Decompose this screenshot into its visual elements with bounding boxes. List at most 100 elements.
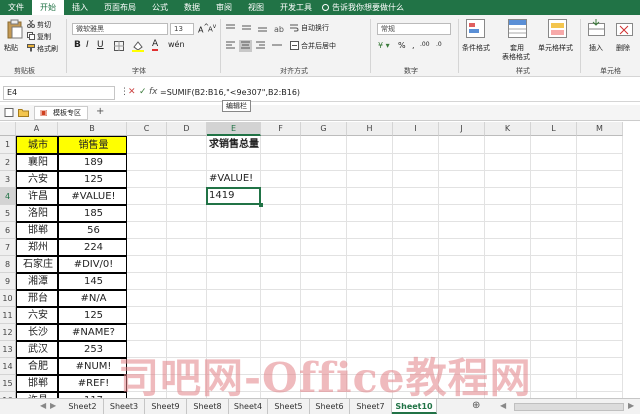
currency-icon[interactable]: ¥ ▾ [378, 41, 390, 50]
row-header-10[interactable]: 10 [0, 290, 16, 307]
column-header-e[interactable]: E [207, 122, 261, 136]
cell[interactable] [127, 290, 167, 307]
cell[interactable] [439, 358, 485, 375]
cell[interactable] [347, 154, 393, 171]
cell[interactable] [207, 256, 261, 273]
cell[interactable] [207, 222, 261, 239]
vertical-align-icons[interactable]: ab [226, 23, 286, 33]
cell[interactable] [439, 290, 485, 307]
cell[interactable] [393, 154, 439, 171]
cell-sales[interactable]: 56 [58, 222, 127, 239]
cell[interactable] [261, 341, 301, 358]
cell-city[interactable]: 许昌 [16, 188, 58, 205]
tell-me-box[interactable]: 告诉我你想要做什么 [322, 2, 404, 13]
cell[interactable] [531, 324, 577, 341]
cell[interactable] [261, 205, 301, 222]
cell[interactable] [531, 290, 577, 307]
cell[interactable] [485, 136, 531, 154]
cell-sales[interactable]: #N/A [58, 290, 127, 307]
cell[interactable] [301, 222, 347, 239]
cell[interactable] [347, 273, 393, 290]
cell[interactable] [347, 307, 393, 324]
cell[interactable] [261, 171, 301, 188]
sheet-tab-sheet6[interactable]: Sheet6 [310, 399, 350, 414]
sheet-scroll-left-icon[interactable]: ◀ [500, 401, 506, 410]
column-header-c[interactable]: C [127, 122, 167, 136]
cell[interactable] [167, 358, 207, 375]
row-header-13[interactable]: 13 [0, 341, 16, 358]
format-painter-button[interactable]: 格式刷 [37, 44, 58, 54]
cell[interactable] [393, 205, 439, 222]
cell[interactable] [577, 273, 623, 290]
column-header-f[interactable]: F [261, 122, 301, 136]
cell[interactable] [485, 358, 531, 375]
cell[interactable] [439, 341, 485, 358]
row-header-14[interactable]: 14 [0, 358, 16, 375]
sheet-tab-sheet2[interactable]: Sheet2 [62, 399, 104, 414]
cell-sales[interactable]: #REF! [58, 375, 127, 392]
cell[interactable] [167, 154, 207, 171]
cell[interactable] [485, 188, 531, 205]
cell-sales[interactable]: 125 [58, 171, 127, 188]
cell[interactable] [393, 358, 439, 375]
cell[interactable] [301, 136, 347, 154]
cell[interactable] [439, 375, 485, 392]
merge-center-button[interactable]: 合并后居中 [301, 41, 336, 51]
cell[interactable] [207, 273, 261, 290]
cell[interactable] [301, 154, 347, 171]
cell[interactable] [485, 222, 531, 239]
cell-sales[interactable]: 224 [58, 239, 127, 256]
cell[interactable] [261, 375, 301, 392]
shrink-font-icon[interactable]: Av [208, 24, 216, 33]
cell[interactable] [301, 307, 347, 324]
cell[interactable] [301, 273, 347, 290]
cell[interactable] [439, 307, 485, 324]
percent-icon[interactable]: % [398, 41, 406, 50]
cell-city[interactable]: 六安 [16, 307, 58, 324]
page-icon[interactable] [4, 108, 15, 117]
cell[interactable] [127, 154, 167, 171]
cell[interactable] [485, 273, 531, 290]
cell-sales[interactable]: 185 [58, 205, 127, 222]
cell[interactable] [347, 171, 393, 188]
row-header-9[interactable]: 9 [0, 273, 16, 290]
menu-tab-data[interactable]: 数据 [176, 0, 208, 15]
decimal-decrease-icon[interactable]: .0 [436, 41, 442, 48]
cell[interactable] [439, 256, 485, 273]
cell[interactable] [207, 307, 261, 324]
font-size-select[interactable]: 13 [170, 23, 194, 35]
phonetic-icon[interactable]: wén [168, 40, 185, 49]
cell[interactable] [347, 290, 393, 307]
cell[interactable] [577, 222, 623, 239]
cell[interactable] [301, 324, 347, 341]
menu-tab-page-layout[interactable]: 页面布局 [96, 0, 144, 15]
cell[interactable] [261, 154, 301, 171]
cell[interactable] [167, 324, 207, 341]
fill-handle[interactable] [259, 203, 263, 207]
row-header-2[interactable]: 2 [0, 154, 16, 171]
template-tab[interactable]: ▣ 模板专区 [34, 106, 88, 120]
cell-e3[interactable]: #VALUE! [207, 171, 261, 188]
cell-city[interactable]: 石家庄 [16, 256, 58, 273]
cell-city[interactable]: 郑州 [16, 239, 58, 256]
cell[interactable] [261, 273, 301, 290]
cell[interactable] [127, 256, 167, 273]
menu-tab-formulas[interactable]: 公式 [144, 0, 176, 15]
row-header-12[interactable]: 12 [0, 324, 16, 341]
menu-tab-review[interactable]: 审阅 [208, 0, 240, 15]
cell[interactable] [167, 273, 207, 290]
cell[interactable] [577, 154, 623, 171]
cell-city[interactable]: 湘潭 [16, 273, 58, 290]
cell[interactable] [347, 324, 393, 341]
sheet-tab-sheet9[interactable]: Sheet9 [145, 399, 187, 414]
cell[interactable] [577, 256, 623, 273]
cell[interactable] [485, 341, 531, 358]
comma-style-icon[interactable]: , [412, 41, 415, 50]
formula-input[interactable]: =SUMIF(B2:B16,"<9e307",B2:B16) [157, 86, 637, 100]
cell[interactable] [577, 239, 623, 256]
cell[interactable] [301, 341, 347, 358]
bold-icon[interactable]: B [74, 40, 81, 50]
cell-city[interactable]: 六安 [16, 171, 58, 188]
cell[interactable] [347, 188, 393, 205]
cell[interactable] [127, 171, 167, 188]
